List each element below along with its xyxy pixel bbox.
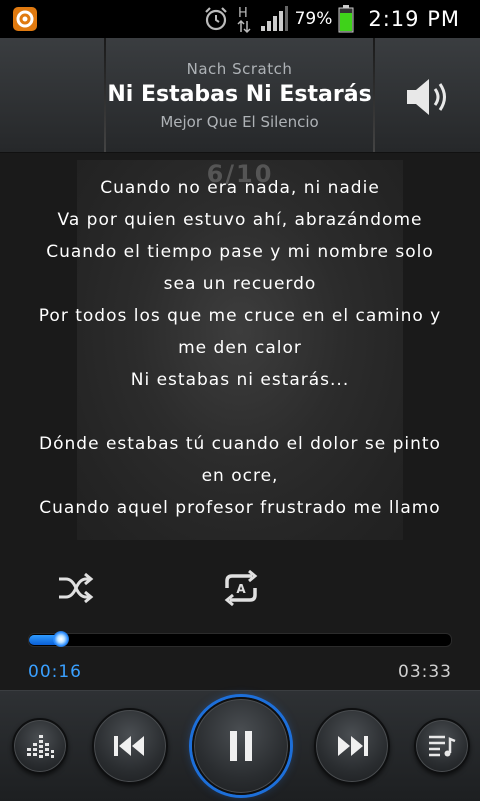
artist-name: Nach Scratch	[186, 60, 293, 78]
app-notification-icon	[13, 7, 37, 31]
shuffle-icon	[59, 572, 94, 604]
seek-bar-thumb[interactable]	[52, 631, 69, 647]
lyric-line: Va por quien estuvo ahí, abrazándome	[57, 210, 423, 230]
lyric-line: Dónde estabas tú cuando el dolor se pint…	[39, 434, 441, 454]
battery-icon	[338, 5, 354, 33]
signal-icon	[260, 6, 288, 31]
album-name: Mejor Que El Silencio	[160, 113, 319, 131]
volume-button[interactable]	[402, 74, 452, 120]
lyric-line	[0, 396, 480, 428]
seek-bar[interactable]	[28, 631, 452, 647]
song-title: Ni Estabas Ni Estarás	[107, 82, 372, 107]
lyric-line: Cuando no era nada, ni nadie	[100, 178, 380, 198]
pause-icon	[230, 731, 252, 761]
repeat-icon: A	[224, 569, 258, 607]
lyric-line: Cuando aquel profesor frustrado me llamo	[39, 498, 441, 518]
equalizer-button[interactable]	[12, 718, 68, 774]
lyric-line: Ni estabas ni estarás...	[130, 370, 350, 390]
lyric-line: en ocre,	[201, 466, 279, 486]
status-bar: H 79% 2:19 PM	[0, 0, 480, 38]
lyrics-panel[interactable]: Cuando no era nada, ni nadie Va por quie…	[0, 172, 480, 524]
previous-icon	[114, 736, 144, 756]
equalizer-icon	[27, 735, 54, 758]
pause-button[interactable]	[192, 697, 290, 795]
previous-button[interactable]	[92, 708, 168, 784]
total-time: 03:33	[398, 662, 452, 682]
status-right: H 79% 2:19 PM	[203, 0, 460, 38]
next-button[interactable]	[314, 708, 390, 784]
now-playing-header: Nach Scratch Ni Estabas Ni Estarás Mejor…	[0, 38, 480, 153]
alarm-icon	[204, 7, 227, 31]
lyric-line: me den calor	[178, 338, 302, 358]
status-time: 2:19 PM	[368, 7, 460, 31]
lyric-line: Por todos los que me cruce en el camino …	[38, 306, 442, 326]
network-type-icon: H	[237, 6, 251, 34]
elapsed-time: 00:16	[28, 662, 82, 682]
svg-text:H: H	[238, 6, 248, 21]
next-icon	[338, 736, 368, 756]
header-divider	[373, 38, 375, 152]
lyric-line: Cuando el tiempo pase y mi nombre solo	[46, 242, 434, 262]
lyric-line: sea un recuerdo	[163, 274, 317, 294]
battery-percent: 79%	[294, 9, 333, 29]
volume-icon	[407, 79, 446, 115]
svg-text:A: A	[236, 582, 246, 596]
repeat-button[interactable]: A	[220, 568, 262, 608]
playback-controls	[0, 690, 480, 801]
playlist-button[interactable]	[414, 718, 470, 774]
shuffle-button[interactable]	[56, 570, 96, 606]
playlist-icon	[429, 735, 456, 757]
